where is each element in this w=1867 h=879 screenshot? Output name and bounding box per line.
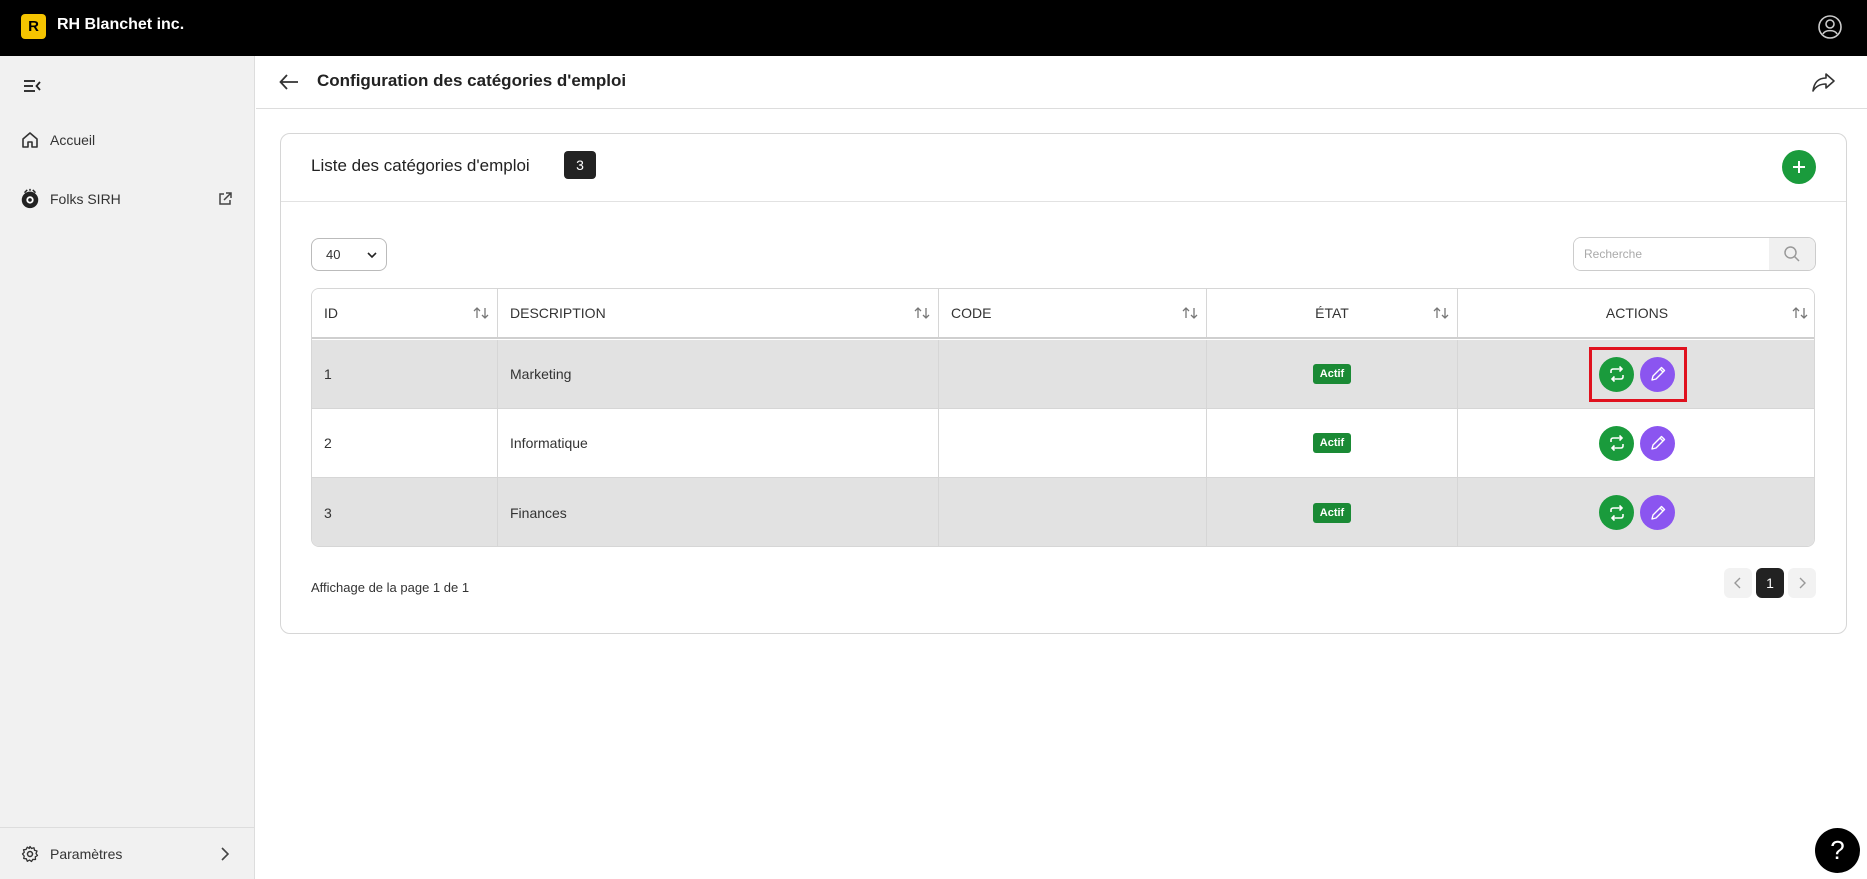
page-size-value: 40 [326,247,341,262]
toggle-status-button[interactable] [1599,425,1634,461]
refresh-icon [1609,434,1624,452]
list-title: Liste des catégories d'emploi [311,156,530,175]
cell-description: Finances [498,478,939,546]
table-row[interactable]: 1 Marketing Actif [312,340,1814,409]
chevron-down-icon [367,252,377,259]
chevron-right-icon [221,847,230,861]
share-icon[interactable] [1811,70,1837,94]
table-header-row: ID DESCRIPTION CODE ÉTAT ACTIONS [312,289,1814,339]
column-header-etat[interactable]: ÉTAT [1207,289,1458,337]
categories-table: ID DESCRIPTION CODE ÉTAT ACTIONS 1 Marke… [311,288,1815,547]
status-badge: Actif [1312,502,1352,523]
cell-id: 3 [312,478,498,546]
sidebar-item-accueil[interactable]: Accueil [0,120,255,160]
cell-actions [1458,409,1814,477]
toggle-status-button[interactable] [1599,495,1634,530]
previous-page-button[interactable] [1724,568,1752,598]
column-header-label: DESCRIPTION [510,305,606,321]
sidebar-item-label: Paramètres [50,846,123,862]
sidebar-item-label: Folks SIRH [50,191,121,207]
sidebar: Accueil Folks SIRH Paramètres [0,56,255,879]
gear-icon [19,843,41,865]
page-header: Configuration des catégories d'emploi [256,56,1867,109]
cell-status: Actif [1207,409,1458,477]
category-list-card: Liste des catégories d'emploi 3 40 ID DE… [280,133,1847,634]
back-arrow-icon[interactable] [278,71,300,93]
sidebar-item-folks-sirh[interactable]: Folks SIRH [0,179,255,219]
top-bar: R RH Blanchet inc. [0,0,1867,56]
next-page-button[interactable] [1788,568,1816,598]
column-header-actions[interactable]: ACTIONS [1458,289,1814,337]
cell-description: Informatique [498,409,939,477]
add-category-button[interactable] [1782,150,1816,184]
count-badge: 3 [564,151,596,179]
cell-status: Actif [1207,340,1458,408]
external-link-icon[interactable] [217,191,233,207]
sidebar-settings[interactable]: Paramètres [0,827,255,879]
column-header-label: ID [324,305,338,321]
sort-icon[interactable] [473,306,489,320]
cell-actions [1458,340,1814,408]
status-badge: Actif [1312,364,1352,384]
table-row[interactable]: 3 Finances Actif [312,478,1814,546]
cell-code [939,409,1207,477]
card-header: Liste des catégories d'emploi 3 [281,134,1846,202]
column-header-label: ÉTAT [1315,305,1349,321]
cell-status: Actif [1207,478,1458,546]
sort-icon[interactable] [914,306,930,320]
sidebar-item-parametres[interactable]: Paramètres [0,834,255,874]
help-button[interactable]: ? [1815,828,1860,873]
home-icon [19,129,41,151]
page-size-select[interactable]: 40 [311,238,387,271]
column-header-code[interactable]: CODE [939,289,1207,337]
sidebar-item-label: Accueil [50,132,96,148]
edit-button[interactable] [1640,495,1675,530]
cell-code [939,340,1207,408]
search-button[interactable] [1769,238,1815,270]
cell-actions [1458,478,1814,546]
column-header-label: ACTIONS [1605,305,1669,321]
cell-id: 1 [312,340,498,408]
pencil-icon [1650,505,1665,520]
company-logo: R [21,14,46,39]
cell-id: 2 [312,409,498,477]
chevron-right-icon [1799,577,1806,589]
user-circle-icon[interactable] [1817,14,1843,40]
refresh-icon [1609,504,1624,521]
search-icon [1784,246,1800,262]
edit-button[interactable] [1640,425,1675,461]
column-header-description[interactable]: DESCRIPTION [498,289,939,337]
pagination: 1 [1724,568,1816,598]
status-badge: Actif [1312,433,1352,453]
sort-icon[interactable] [1792,306,1808,320]
table-row[interactable]: 2 Informatique Actif [312,409,1814,478]
cell-description: Marketing [498,340,939,408]
search-input[interactable] [1574,238,1770,270]
page-title: Configuration des catégories d'emploi [317,71,627,90]
column-header-label: CODE [951,305,992,321]
search-box [1573,237,1816,271]
highlight-box [1589,346,1687,402]
folks-logo-icon [19,188,41,210]
plus-icon [1793,161,1805,173]
cell-code [939,478,1207,546]
pencil-icon [1650,435,1665,450]
company-name: RH Blanchet inc. [57,16,185,33]
chevron-left-icon [1734,577,1741,589]
sort-icon[interactable] [1433,306,1449,320]
sort-icon[interactable] [1182,306,1198,320]
collapse-menu-icon[interactable] [22,78,42,94]
page-button-current[interactable]: 1 [1756,568,1784,598]
column-header-id[interactable]: ID [312,289,498,337]
pagination-info: Affichage de la page 1 de 1 [311,580,470,595]
